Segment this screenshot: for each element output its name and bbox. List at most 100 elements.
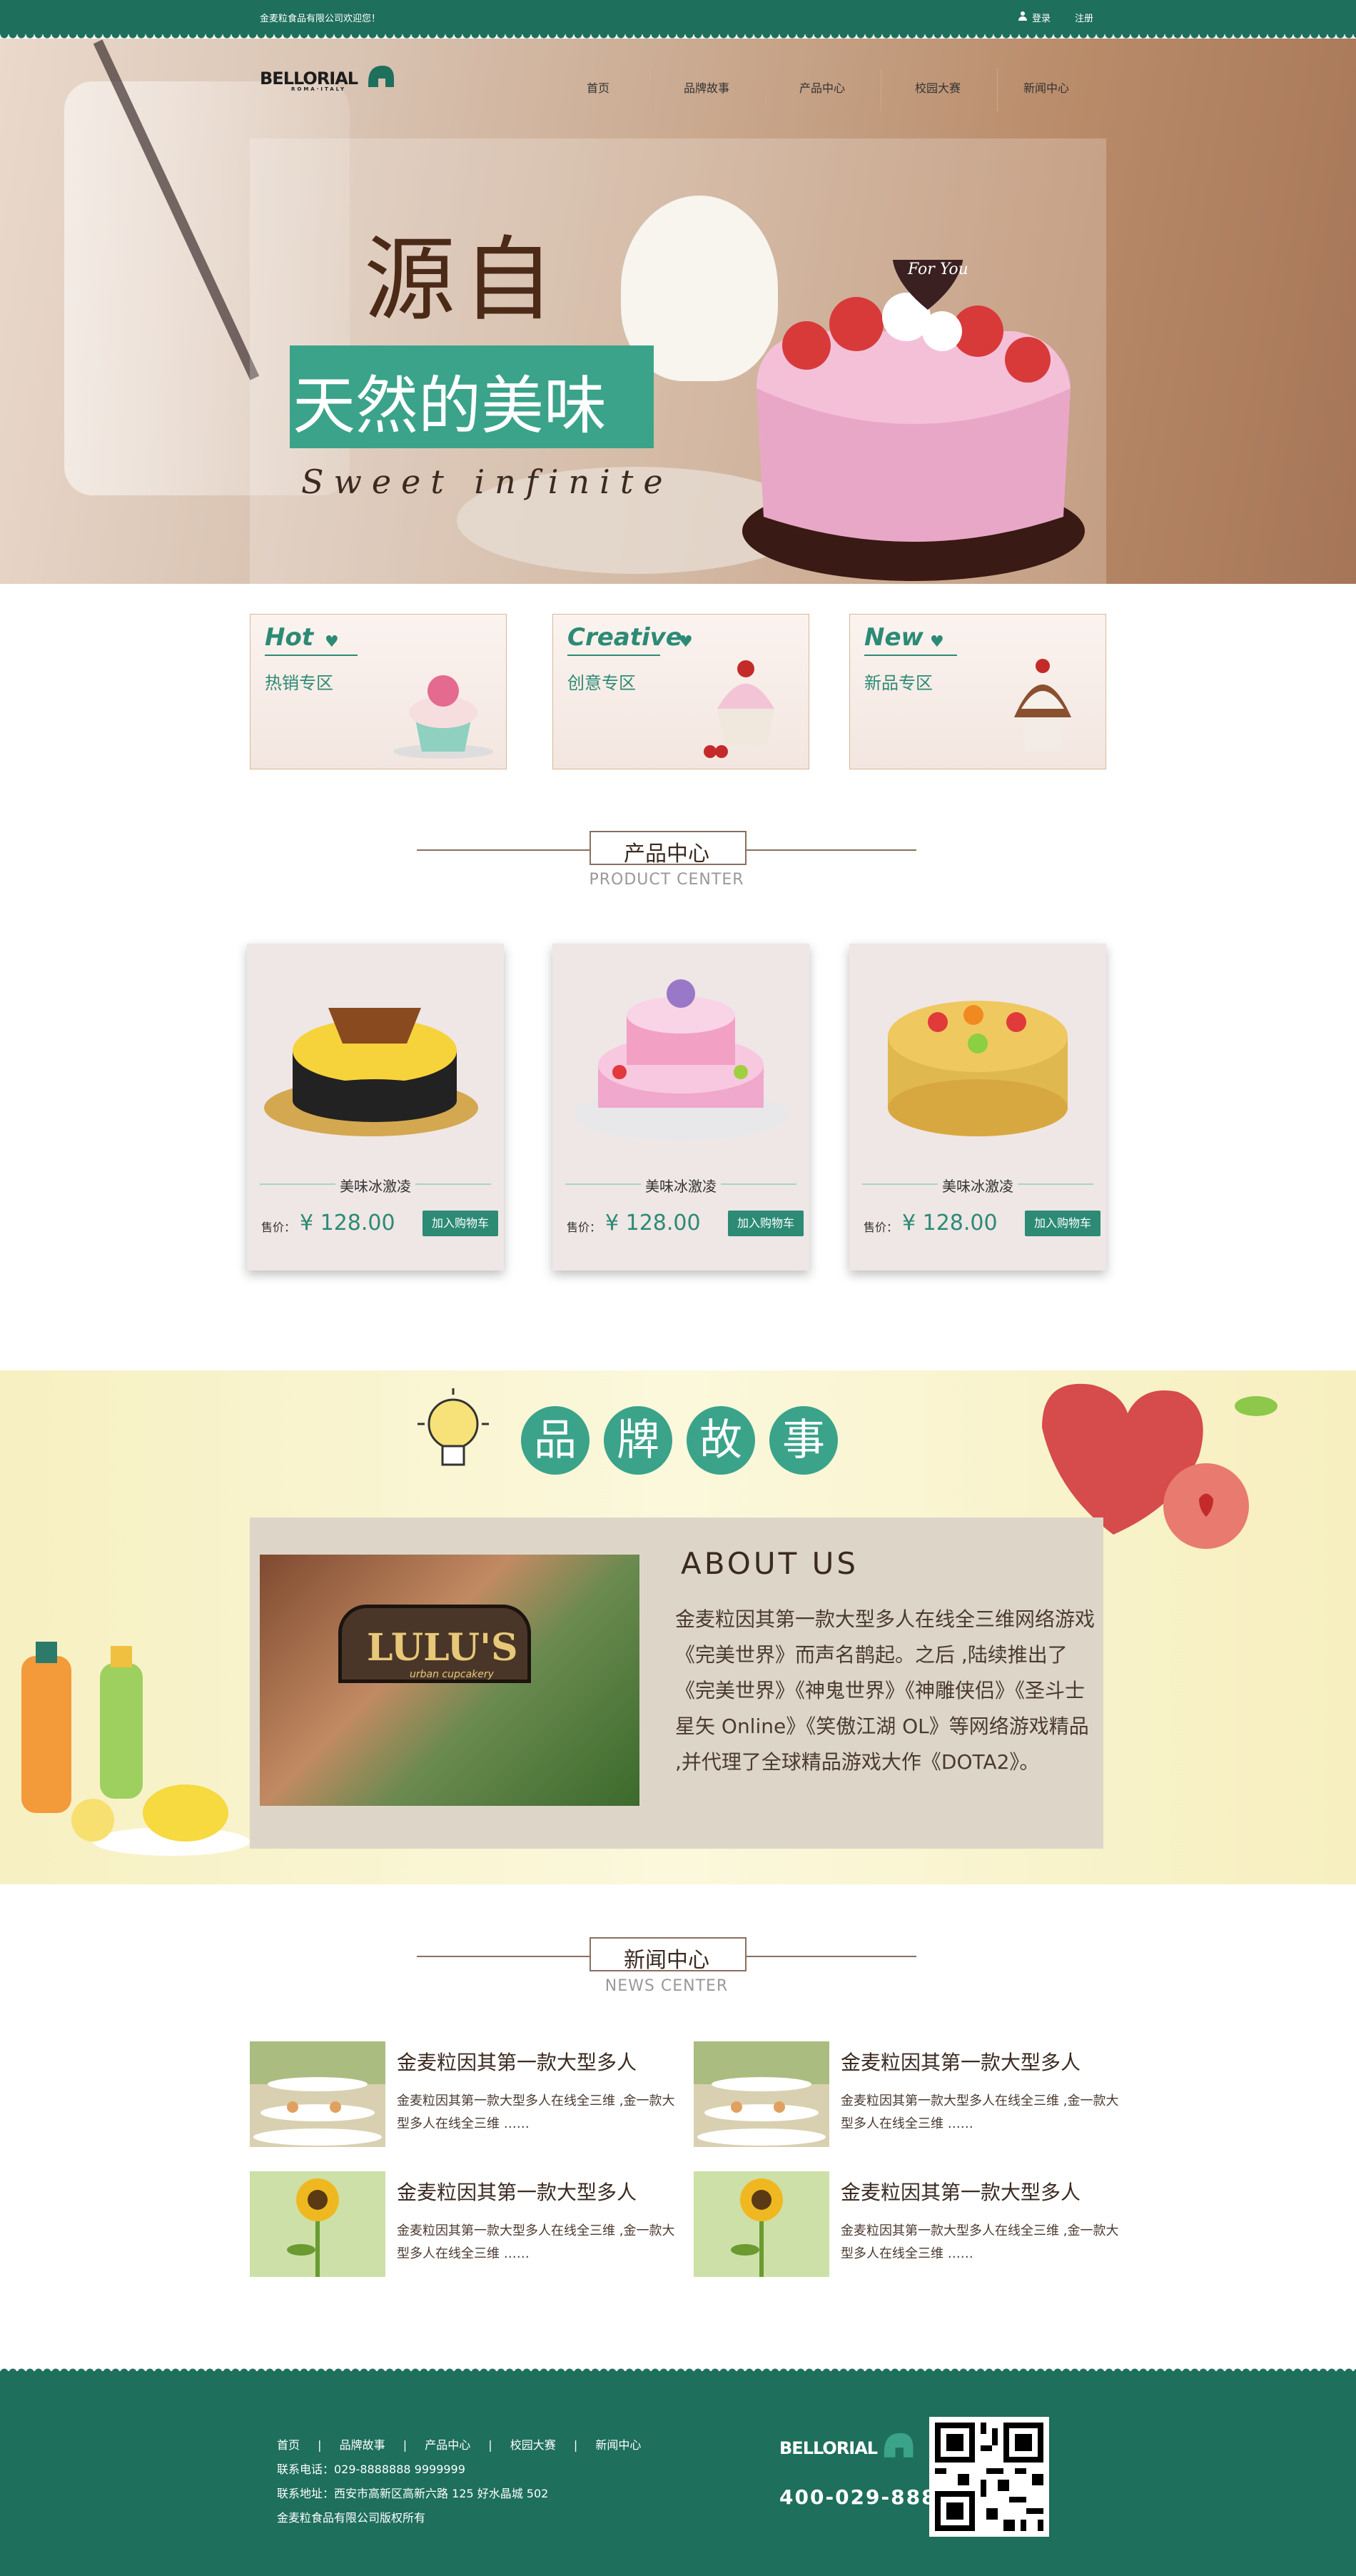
news-item[interactable]: 金麦粒因其第一款大型多人 金麦粒因其第一款大型多人在线全三维 ,金一款大型多人在… [694, 2171, 1122, 2278]
product-price: ¥ 128.00 [902, 1211, 998, 1236]
nut-fruit-cake-image [888, 1001, 1068, 1136]
footer-nav-campus-contest[interactable]: 校园大赛 [510, 2438, 556, 2452]
category-cn: 热销专区 [265, 673, 333, 693]
footer-nav: 首页 | 品牌故事 | 产品中心 | 校园大赛 | 新闻中心 [277, 2435, 655, 2453]
product-name: 美味冰激凌 [340, 1178, 411, 1195]
news-title[interactable]: 金麦粒因其第一款大型多人 [841, 2047, 1081, 2076]
news-desc: 金麦粒因其第一款大型多人在线全三维 ,金一款大型多人在线全三维 …… [397, 2223, 675, 2261]
nav-item-brand-story[interactable]: 品牌故事 [684, 79, 729, 96]
heart-cake-image: For You [742, 260, 1085, 581]
price-label: 售价： [261, 1221, 296, 1234]
price-label: 售价： [567, 1221, 602, 1234]
brand-name: BELLORIAL [260, 69, 358, 89]
add-to-cart-button[interactable]: 加入购物车 [728, 1211, 804, 1236]
heart-icon: ♥ [679, 633, 693, 651]
category-card-creative[interactable]: Creative ♥ 创意专区 [552, 614, 809, 769]
hero-title-line1: 源自 [364, 227, 562, 333]
category-card-new[interactable]: New ♥ 新品专区 [849, 614, 1106, 769]
footer-address: 联系地址：西安市高新区高新六路 125 好水晶城 502 [277, 2487, 549, 2500]
news-section-heading: 新闻中心 NEWS CENTER [417, 1937, 916, 1995]
footer: 首页 | 品牌故事 | 产品中心 | 校园大赛 | 新闻中心 联系电话：029-… [0, 2371, 1356, 2576]
news-desc: 金麦粒因其第一款大型多人在线全三维 ,金一款大型多人在线全三维 …… [841, 2093, 1119, 2131]
footer-brand-logo: BELLORIAL [779, 2438, 878, 2458]
dessert-stand-thumbnail [694, 2041, 829, 2147]
section-subtitle: PRODUCT CENTER [589, 871, 744, 889]
store-sign-subtext: urban cupcakery [410, 1669, 494, 1680]
product-name: 美味冰激凌 [645, 1178, 717, 1195]
section-title: 产品中心 [624, 842, 709, 867]
news-desc: 金麦粒因其第一款大型多人在线全三维 ,金一款大型多人在线全三维 …… [841, 2223, 1119, 2261]
product-price: ¥ 128.00 [605, 1211, 701, 1236]
footer-phone: 联系电话：029-8888888 9999999 [277, 2463, 465, 2476]
add-to-cart-button[interactable]: 加入购物车 [423, 1211, 498, 1236]
footer-nav-news[interactable]: 新闻中心 [595, 2438, 641, 2452]
juice-bottles-image [21, 1642, 250, 1856]
heart-icon: ♥ [325, 633, 339, 651]
brand-logo[interactable]: BELLORIAL ROMA·ITALY [260, 69, 358, 92]
footer-hotline: 400-029-888 [779, 2485, 937, 2509]
category-en: New [864, 623, 924, 652]
category-underline [265, 655, 358, 656]
store-front-image: LULU'S urban cupcakery [260, 1555, 639, 1806]
about-text: 金麦粒因其第一款大型多人在线全三维网络游戏《完美世界》而声名鹊起。之后 ,陆续推… [675, 1607, 1096, 1774]
dessert-stand-thumbnail [250, 2041, 385, 2147]
sunflower-thumbnail [694, 2171, 829, 2277]
footer-nav-home[interactable]: 首页 [277, 2438, 300, 2452]
price-label: 售价： [864, 1221, 899, 1234]
product-name: 美味冰激凌 [942, 1178, 1013, 1195]
footer-nav-divider: | [573, 2438, 578, 2452]
nav-divider [652, 69, 653, 111]
category-en: Hot [265, 623, 314, 652]
nav-item-home[interactable]: 首页 [587, 79, 609, 96]
story-char-circle: 故 [687, 1406, 755, 1475]
register-link[interactable]: 注册 [1075, 11, 1093, 24]
category-card-hot[interactable]: Hot ♥ 热销专区 [250, 614, 507, 769]
user-icon [1018, 11, 1027, 21]
cupcake-image [1014, 659, 1071, 752]
store-sign-text: LULU'S [367, 1626, 518, 1670]
hero-banner: For You [0, 39, 1356, 584]
section-subtitle: NEWS CENTER [604, 1977, 729, 1995]
nav-item-news[interactable]: 新闻中心 [1023, 79, 1069, 96]
product-card[interactable]: 美味冰激凌 售价： ¥ 128.00 加入购物车 [552, 944, 809, 1271]
nav-item-products[interactable]: 产品中心 [799, 79, 845, 96]
add-to-cart-button[interactable]: 加入购物车 [1025, 1211, 1101, 1236]
sunflower-thumbnail [250, 2171, 385, 2277]
section-title: 新闻中心 [624, 1948, 709, 1973]
qr-code [929, 2417, 1049, 2537]
news-item[interactable]: 金麦粒因其第一款大型多人 金麦粒因其第一款大型多人在线全三维 ,金一款大型多人在… [694, 2041, 1122, 2148]
hero-subtitle: Sweet infinite [301, 463, 673, 501]
footer-nav-products[interactable]: 产品中心 [425, 2438, 470, 2452]
category-underline [567, 655, 660, 656]
nav-item-campus-contest[interactable]: 校园大赛 [915, 79, 961, 96]
helmet-logo-icon [884, 2433, 914, 2458]
login-link[interactable]: 登录 [1032, 11, 1051, 24]
news-title[interactable]: 金麦粒因其第一款大型多人 [841, 2177, 1081, 2206]
news-title[interactable]: 金麦粒因其第一款大型多人 [397, 2177, 637, 2206]
product-card[interactable]: 美味冰激凌 售价： ¥ 128.00 加入购物车 [247, 944, 504, 1271]
fruit-tier-cake-image [574, 979, 788, 1141]
lightbulb-icon [418, 1388, 489, 1466]
page: 金麦粒食品有限公司欢迎您！ 登录 注册 For You BELLORIAL RO… [0, 0, 1356, 2576]
footer-nav-divider: | [403, 2438, 408, 2452]
heart-icon: ♥ [930, 633, 944, 651]
cupcake-image [704, 660, 774, 758]
footer-nav-divider: | [488, 2438, 492, 2452]
product-section-heading: 产品中心 PRODUCT CENTER [417, 831, 916, 889]
category-cn: 新品专区 [864, 673, 933, 693]
story-char-circle: 牌 [604, 1406, 672, 1475]
footer-nav-brand-story[interactable]: 品牌故事 [340, 2438, 385, 2452]
cake-tag-text: For You [907, 261, 968, 278]
helmet-logo-icon [368, 66, 394, 87]
category-cn: 创意专区 [567, 673, 636, 693]
welcome-text: 金麦粒食品有限公司欢迎您！ [260, 14, 381, 24]
product-card[interactable]: 美味冰激凌 售价： ¥ 128.00 加入购物车 [849, 944, 1106, 1271]
news-item[interactable]: 金麦粒因其第一款大型多人 金麦粒因其第一款大型多人在线全三维 ,金一款大型多人在… [250, 2171, 678, 2278]
product-price: ¥ 128.00 [300, 1211, 395, 1236]
news-item[interactable]: 金麦粒因其第一款大型多人 金麦粒因其第一款大型多人在线全三维 ,金一款大型多人在… [250, 2041, 678, 2148]
news-desc: 金麦粒因其第一款大型多人在线全三维 ,金一款大型多人在线全三维 …… [397, 2093, 675, 2131]
category-underline [864, 655, 957, 656]
category-en: Creative [567, 623, 682, 652]
story-char-circle: 事 [769, 1406, 838, 1475]
news-title[interactable]: 金麦粒因其第一款大型多人 [397, 2047, 637, 2076]
